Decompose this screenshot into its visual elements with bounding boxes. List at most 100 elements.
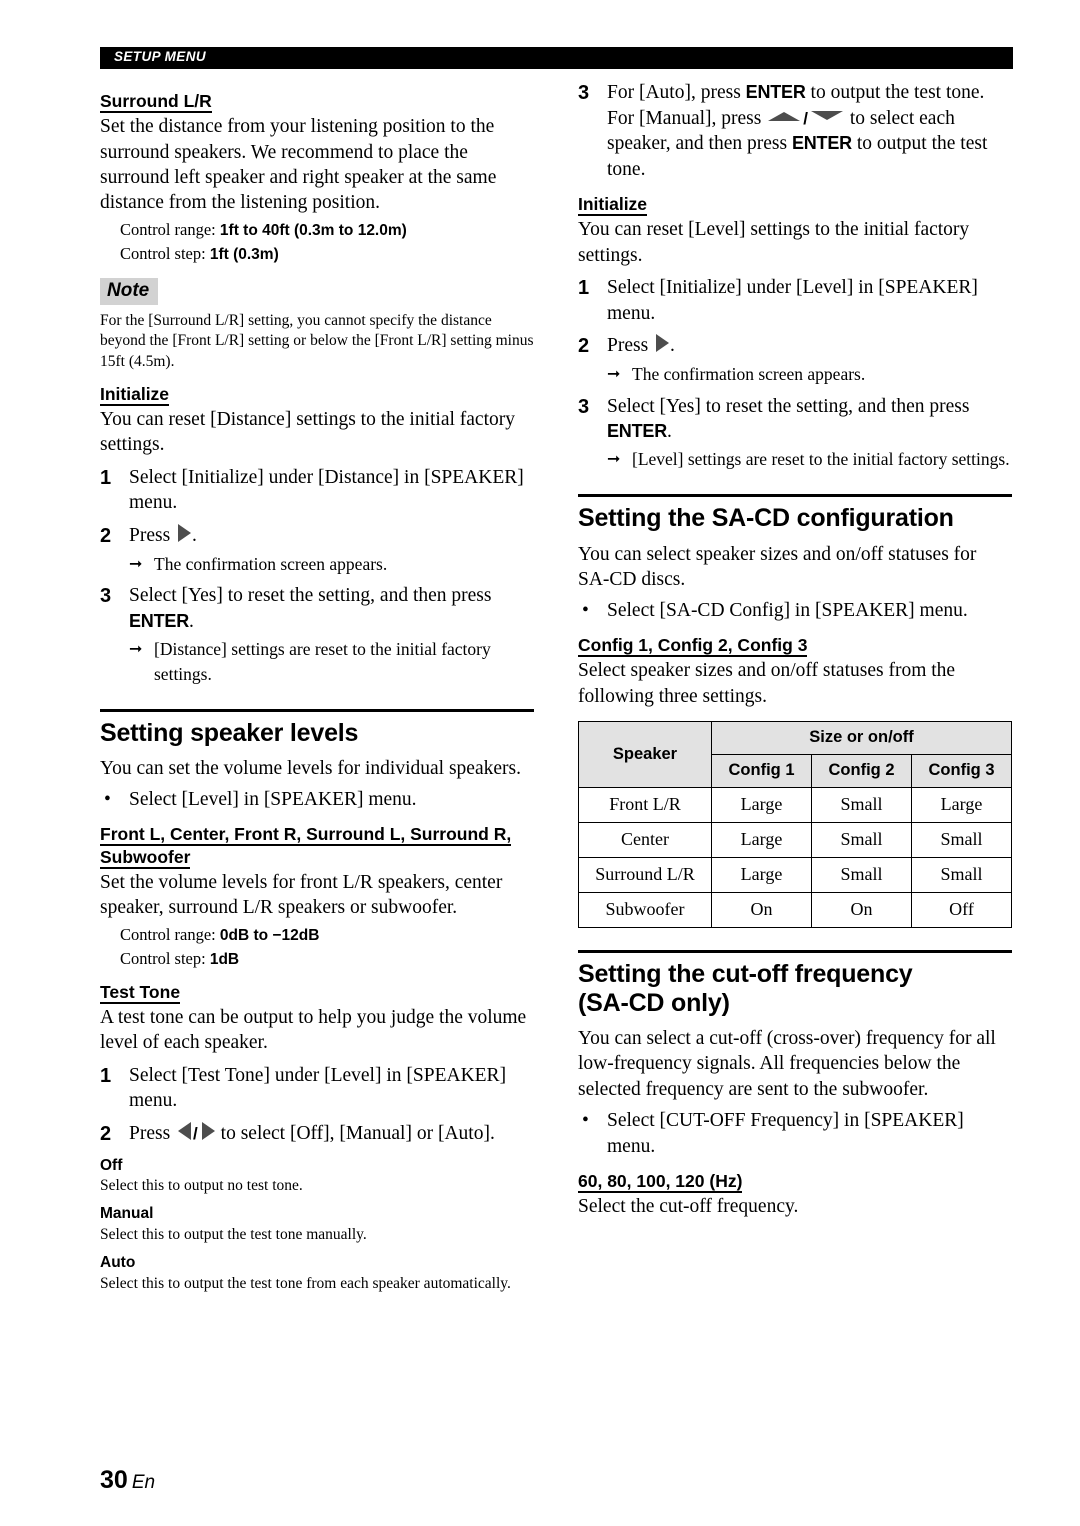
cell-config-2: On bbox=[811, 892, 912, 929]
right-column: 3 For [Auto], press ENTER to output the … bbox=[578, 80, 1012, 1295]
step-number: 3 bbox=[578, 395, 590, 418]
result-distance-3: ➞ [Distance] settings are reset to the i… bbox=[129, 637, 534, 687]
bullet-select-cutoff: • Select [CUT-OFF Frequency] in [SPEAKER… bbox=[578, 1108, 1012, 1159]
page-columns: Surround L/R Set the distance from your … bbox=[100, 80, 1013, 1295]
option-label-auto: Auto bbox=[100, 1253, 136, 1271]
initialize-level-body: You can reset [Level] settings to the in… bbox=[578, 219, 970, 266]
cell-config-3: Off bbox=[911, 892, 1012, 929]
option-label-off: Off bbox=[100, 1156, 123, 1174]
config-sub-body: Select speaker sizes and on/off statuses… bbox=[578, 660, 956, 707]
heading-channels: Front L, Center, Front R, Surround L, Su… bbox=[100, 824, 512, 869]
enter-key-label: ENTER bbox=[791, 133, 852, 154]
cutoff-body: You can select a cut-off (cross-over) fr… bbox=[578, 1028, 996, 1100]
step-text: Select [Yes] to reset the setting, and t… bbox=[129, 585, 492, 633]
up-arrow-icon bbox=[768, 111, 801, 121]
enter-key-label: ENTER bbox=[607, 421, 668, 442]
surround-control-range: Control range: 1ft to 40ft (0.3m to 12.0… bbox=[120, 219, 407, 239]
bullet-icon: • bbox=[582, 1110, 589, 1132]
channels-body: Set the volume levels for front L/R spea… bbox=[100, 871, 503, 919]
slash-separator: / bbox=[803, 108, 808, 128]
step-number: 3 bbox=[578, 82, 590, 104]
option-label-manual: Manual bbox=[100, 1205, 154, 1223]
arrow-right-icon: ➞ bbox=[607, 363, 621, 383]
step-distance-2: 2 Press . bbox=[100, 523, 534, 549]
step-text: Select [Initialize] under [Distance] in … bbox=[129, 466, 524, 514]
step-level-2: 2 Press . bbox=[578, 333, 1012, 359]
bullet-icon: • bbox=[104, 789, 111, 811]
cell-config-3: Small bbox=[911, 857, 1012, 894]
bullet-text: Select [CUT-OFF Frequency] in [SPEAKER] … bbox=[607, 1110, 964, 1157]
sacd-config-body: You can select speaker sizes and on/off … bbox=[578, 543, 977, 590]
step-level-3: 3 Select [Yes] to reset the setting, and… bbox=[578, 394, 1012, 445]
step-text: Press / to select [Off], [Manual] or [Au… bbox=[129, 1122, 495, 1145]
step-text: Press . bbox=[607, 334, 675, 357]
arrow-right-icon: ➞ bbox=[607, 449, 621, 469]
result-text: [Distance] settings are reset to the ini… bbox=[154, 638, 491, 684]
bullet-text: Select [Level] in [SPEAKER] menu. bbox=[129, 789, 417, 811]
header-config-1: Config 1 bbox=[711, 754, 812, 789]
page-number: 30 bbox=[100, 1466, 128, 1494]
speaker-config-table: Speaker Size or on/off Config 1 Config 2… bbox=[578, 721, 1012, 929]
level-control-range: Control range: 0dB to −12dB bbox=[120, 924, 320, 944]
right-arrow-icon bbox=[201, 1122, 215, 1141]
right-arrow-icon bbox=[656, 334, 670, 353]
left-column: Surround L/R Set the distance from your … bbox=[100, 80, 534, 1295]
step-number: 1 bbox=[578, 277, 590, 300]
heading-initialize-level: Initialize bbox=[578, 193, 648, 216]
step-number: 1 bbox=[100, 466, 112, 489]
step-number: 1 bbox=[100, 1064, 112, 1087]
step-number: 2 bbox=[578, 335, 590, 358]
table-row: Subwoofer On On Off bbox=[578, 892, 1012, 929]
right-arrow-icon bbox=[178, 524, 192, 543]
heading-config-1-2-3: Config 1, Config 2, Config 3 bbox=[578, 634, 808, 657]
header-size-or-onoff: Size or on/off bbox=[711, 721, 1012, 756]
down-arrow-icon bbox=[810, 110, 843, 120]
page-footer: 30 En bbox=[100, 1466, 155, 1495]
cell-config-2: Small bbox=[811, 857, 912, 894]
level-control-step: Control step: 1dB bbox=[120, 948, 240, 968]
step-number: 2 bbox=[100, 1123, 112, 1146]
cell-config-2: Small bbox=[811, 787, 912, 824]
language-code: En bbox=[131, 1472, 156, 1493]
step-testtone-3: 3 For [Auto], press ENTER to output the … bbox=[578, 80, 1012, 183]
heading-setting-speaker-levels: Setting speaker levels bbox=[100, 718, 359, 747]
result-text: [Level] settings are reset to the initia… bbox=[632, 449, 1010, 470]
step-text: Select [Yes] to reset the setting, and t… bbox=[607, 395, 970, 443]
cell-config-1: Large bbox=[711, 822, 812, 859]
heading-sacd-configuration: Setting the SA-CD configuration bbox=[578, 504, 954, 533]
cell-speaker: Center bbox=[578, 822, 712, 859]
note-tag: Note bbox=[100, 277, 159, 305]
section-divider bbox=[578, 950, 1012, 954]
bullet-icon: • bbox=[582, 600, 589, 622]
arrow-right-icon: ➞ bbox=[129, 638, 143, 658]
header-speaker: Speaker bbox=[578, 721, 712, 789]
bullet-select-sacd-config: • Select [SA-CD Config] in [SPEAKER] men… bbox=[578, 598, 1012, 624]
step-distance-3: 3 Select [Yes] to reset the setting, and… bbox=[100, 583, 534, 634]
slash-separator: / bbox=[193, 1124, 198, 1144]
result-level-2: ➞ The confirmation screen appears. bbox=[607, 362, 1012, 387]
table-row: Surround L/R Large Small Small bbox=[578, 857, 1012, 894]
heading-initialize-distance: Initialize bbox=[100, 383, 170, 406]
step-text: For [Auto], press ENTER to output the te… bbox=[607, 82, 988, 181]
cell-speaker: Surround L/R bbox=[578, 857, 712, 894]
result-distance-2: ➞ The confirmation screen appears. bbox=[129, 552, 534, 577]
surround-control-step: Control step: 1ft (0.3m) bbox=[120, 243, 279, 263]
enter-key-label: ENTER bbox=[129, 611, 190, 632]
cutoff-sub-body: Select the cut-off frequency. bbox=[578, 1195, 799, 1217]
heading-test-tone: Test Tone bbox=[100, 981, 181, 1004]
step-text: Press . bbox=[129, 524, 197, 547]
option-desc-auto: Select this to output the test tone from… bbox=[100, 1274, 511, 1292]
cell-config-3: Small bbox=[911, 822, 1012, 859]
manual-page: SETUP MENU Surround L/R Set the distance… bbox=[0, 0, 1080, 1526]
initialize-distance-body: You can reset [Distance] settings to the… bbox=[100, 408, 515, 456]
step-testtone-1: 1 Select [Test Tone] under [Level] in [S… bbox=[100, 1063, 534, 1114]
table-row: Front L/R Large Small Large bbox=[578, 787, 1012, 824]
bullet-select-level: • Select [Level] in [SPEAKER] menu. bbox=[100, 787, 534, 813]
result-text: The confirmation screen appears. bbox=[154, 553, 388, 574]
bullet-text: Select [SA-CD Config] in [SPEAKER] menu. bbox=[607, 600, 968, 622]
header-config-3: Config 3 bbox=[911, 754, 1012, 789]
option-desc-manual: Select this to output the test tone manu… bbox=[100, 1225, 367, 1243]
heading-cutoff-frequency: Setting the cut-off frequency (SA-CD only… bbox=[578, 960, 913, 1017]
running-header-bar: SETUP MENU bbox=[100, 47, 1013, 69]
table-row: Center Large Small Small bbox=[578, 822, 1012, 859]
